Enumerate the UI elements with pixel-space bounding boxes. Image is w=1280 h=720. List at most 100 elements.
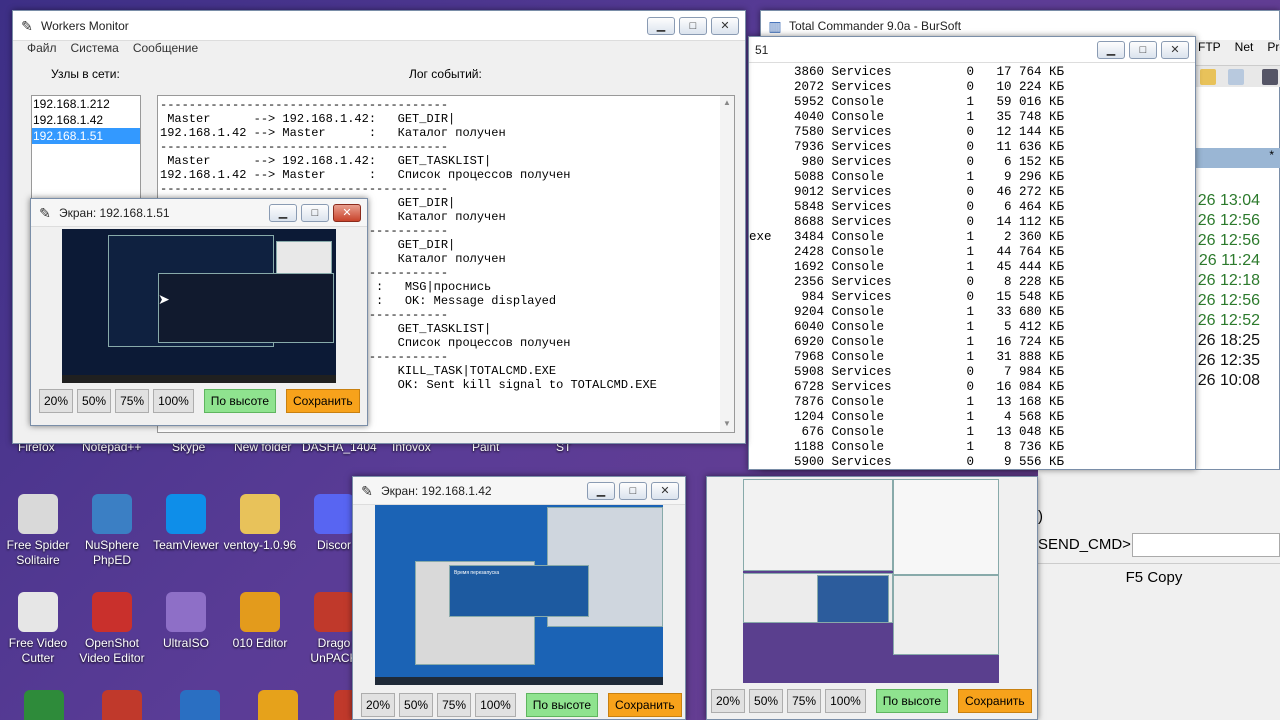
screen-window-51[interactable]: ✎ Экран: 192.168.1.51 ▁ □ ✕ ➤ 20% 50% 75% 1… [30,198,368,426]
zoom-75-button[interactable]: 75% [437,693,472,717]
screen-window-third[interactable]: 20% 50% 75% 100% По высоте Сохранить [706,476,1038,720]
nodes-list[interactable]: 192.168.1.212 192.168.1.42 192.168.1.51 [31,95,141,215]
close-button[interactable]: ✕ [711,16,739,35]
menu-message[interactable]: Сообщение [133,41,198,59]
menu-system[interactable]: Система [71,41,119,59]
screen-window-42[interactable]: ✎ Экран: 192.168.1.42 ▁ □ ✕ Время переза… [352,476,686,720]
process-row[interactable]: 5848 Services 0 6 464 КБ [749,200,1195,215]
process-row[interactable]: 7876 Console 1 13 168 КБ [749,395,1195,410]
process-row[interactable]: 676 Console 1 13 048 КБ [749,425,1195,440]
remote-screenshot[interactable]: Время перезапуска [375,505,663,685]
process-row[interactable]: 7968 Console 1 31 888 КБ [749,350,1195,365]
minimize-button[interactable]: ▁ [647,16,675,35]
process-row[interactable]: 6040 Console 1 5 412 КБ [749,320,1195,335]
desktop-icon-partial[interactable] [84,690,160,720]
tasklist-window[interactable]: 51 ▁ □ ✕ 3860 Services 0 17 764 КБ 2072 … [748,36,1196,470]
desktop-icon[interactable]: ventoy-1.0.96 [222,494,298,553]
tasklist-titlebar[interactable]: 51 ▁ □ ✕ [749,37,1195,63]
process-row[interactable]: 1188 Console 1 8 736 КБ [749,440,1195,455]
node-item[interactable]: 192.168.1.51 [32,128,140,144]
maximize-button[interactable]: □ [619,481,647,500]
node-item[interactable]: 192.168.1.42 [32,112,140,128]
minimize-button[interactable]: ▁ [269,203,297,222]
desktop-icon[interactable]: Free Video Cutter [0,592,76,666]
zoom-75-button[interactable]: 75% [115,389,150,413]
process-row[interactable]: 9204 Console 1 33 680 КБ [749,305,1195,320]
zoom-20-button[interactable]: 20% [361,693,396,717]
desktop-icon[interactable]: Free Spider Solitaire [0,494,76,568]
zoom-buttons: 20% 50% 75% 100% По высоте Сохранить [361,693,682,717]
menu-file[interactable]: Файл [27,41,57,59]
tc-sort-star[interactable]: * [1269,148,1274,162]
close-button[interactable]: ✕ [651,481,679,500]
zoom-50-button[interactable]: 50% [77,389,112,413]
zoom-50-button[interactable]: 50% [399,693,434,717]
tc-menu-pre[interactable]: Pre [1267,40,1280,54]
process-row[interactable]: 9012 Services 0 46 272 КБ [749,185,1195,200]
process-row[interactable]: 5088 Console 1 9 296 КБ [749,170,1195,185]
tc-f5-copy-button[interactable]: F5 Copy [1038,563,1280,591]
minimize-button[interactable]: ▁ [1097,40,1125,59]
process-row[interactable]: 5900 Services 0 9 556 КБ [749,455,1195,469]
zoom-100-button[interactable]: 100% [825,689,866,713]
fit-height-button[interactable]: По высоте [875,689,949,713]
process-row[interactable]: 980 Services 0 6 152 КБ [749,155,1195,170]
desktop-icon[interactable]: NuSphere PhpED [74,494,150,568]
desktop-icon[interactable]: OpenShot Video Editor [74,592,150,666]
screen-titlebar[interactable]: ✎ Экран: 192.168.1.42 ▁ □ ✕ [353,477,685,505]
desktop-icon[interactable]: TeamViewer [148,494,224,553]
zoom-100-button[interactable]: 100% [475,693,516,717]
zoom-75-button[interactable]: 75% [787,689,822,713]
process-row[interactable]: 4040 Console 1 35 748 КБ [749,110,1195,125]
remote-screenshot[interactable]: ➤ [62,229,336,383]
close-button[interactable]: ✕ [333,203,361,222]
tc-tool-icon-1[interactable] [1200,69,1216,85]
tc-command-input[interactable] [1132,533,1280,557]
tc-tool-icon-2[interactable] [1228,69,1244,85]
desktop-icon-partial[interactable] [162,690,238,720]
zoom-100-button[interactable]: 100% [153,389,194,413]
zoom-20-button[interactable]: 20% [39,389,74,413]
maximize-button[interactable]: □ [1129,40,1157,59]
wm-titlebar[interactable]: ✎ Workers Monitor ▁ □ ✕ [13,11,745,41]
maximize-button[interactable]: □ [679,16,707,35]
tc-menu-ftp[interactable]: FTP [1198,40,1221,54]
desktop-icon-partial[interactable] [6,690,82,720]
process-row[interactable]: exe 3484 Console 1 2 360 КБ [749,230,1195,245]
process-row[interactable]: 2072 Services 0 10 224 КБ [749,80,1195,95]
process-row[interactable]: 2356 Services 0 8 228 КБ [749,275,1195,290]
save-button[interactable]: Сохранить [286,389,360,413]
desktop-icon-partial[interactable] [240,690,316,720]
screen-titlebar[interactable]: ✎ Экран: 192.168.1.51 ▁ □ ✕ [31,199,367,227]
process-row[interactable]: 1692 Console 1 45 444 КБ [749,260,1195,275]
tc-cmd-label: SEND_CMD> [1038,536,1131,553]
node-item[interactable]: 192.168.1.212 [32,96,140,112]
tc-tool-icon-3[interactable] [1262,69,1278,85]
remote-screenshot[interactable] [743,479,999,683]
process-row[interactable]: 2428 Console 1 44 764 КБ [749,245,1195,260]
teamviewer-icon [166,494,206,534]
zoom-20-button[interactable]: 20% [711,689,746,713]
fit-height-button[interactable]: По высоте [203,389,277,413]
desktop-icon[interactable]: 010 Editor [222,592,298,651]
process-row[interactable]: 5908 Services 0 7 984 КБ [749,365,1195,380]
process-row[interactable]: 5952 Console 1 59 016 КБ [749,95,1195,110]
save-button[interactable]: Сохранить [958,689,1032,713]
desktop-icon[interactable]: UltraISO [148,592,224,651]
log-scrollbar[interactable]: ▲ ▼ [720,96,734,432]
minimize-button[interactable]: ▁ [587,481,615,500]
process-row[interactable]: 8688 Services 0 14 112 КБ [749,215,1195,230]
process-row[interactable]: 984 Services 0 15 548 КБ [749,290,1195,305]
process-row[interactable]: 7580 Services 0 12 144 КБ [749,125,1195,140]
process-row[interactable]: 6728 Services 0 16 084 КБ [749,380,1195,395]
tc-menu-net[interactable]: Net [1235,40,1254,54]
maximize-button[interactable]: □ [301,203,329,222]
process-row[interactable]: 6920 Console 1 16 724 КБ [749,335,1195,350]
process-row[interactable]: 3860 Services 0 17 764 КБ [749,65,1195,80]
save-button[interactable]: Сохранить [608,693,682,717]
fit-height-button[interactable]: По высоте [525,693,599,717]
close-button[interactable]: ✕ [1161,40,1189,59]
zoom-50-button[interactable]: 50% [749,689,784,713]
process-row[interactable]: 7936 Services 0 11 636 КБ [749,140,1195,155]
process-row[interactable]: 1204 Console 1 4 568 КБ [749,410,1195,425]
